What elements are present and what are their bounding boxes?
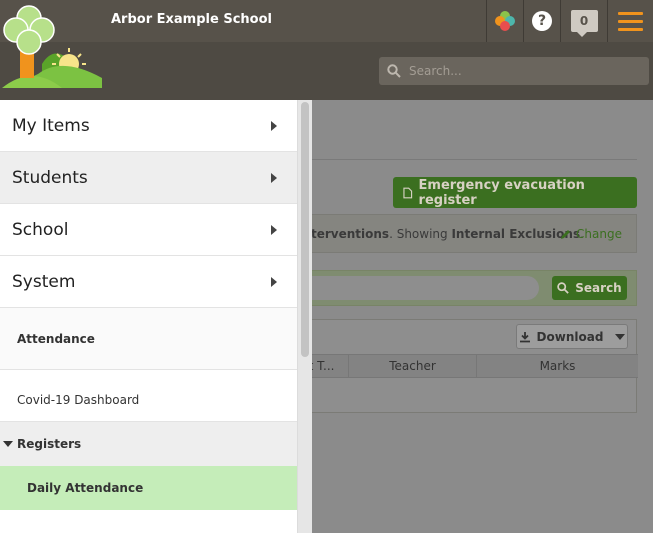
submenu-item-covid-dashboard[interactable]: Covid-19 Dashboard (0, 370, 297, 422)
scrollbar-thumb[interactable] (301, 102, 309, 357)
chevron-right-icon (271, 276, 277, 287)
table-header: nt T... Teacher Marks (301, 354, 638, 378)
filter-fragment: terventions (311, 226, 390, 241)
chevron-down-icon (615, 333, 626, 340)
column-header-marks[interactable]: Marks (477, 355, 638, 377)
hamburger-menu-button[interactable] (607, 0, 653, 42)
menu-item-students[interactable]: Students (0, 152, 297, 204)
search-input[interactable] (409, 64, 629, 78)
showing-prefix: . Showing (389, 226, 452, 241)
arbor-logo[interactable] (2, 4, 106, 92)
search-icon (557, 282, 570, 294)
change-link[interactable]: Change (559, 227, 622, 241)
submenu-group-registers[interactable]: Registers (0, 422, 297, 466)
apps-button[interactable] (486, 0, 523, 42)
help-button[interactable]: ? (523, 0, 560, 42)
notifications-button[interactable]: 0 (560, 0, 607, 42)
student-search-bar: Search (299, 270, 637, 306)
notification-count: 0 (570, 10, 598, 37)
global-search[interactable] (379, 57, 649, 85)
menu-list: My Items Students School System Attendan… (0, 100, 297, 510)
menu-item-system[interactable]: System (0, 256, 297, 308)
school-name[interactable]: Arbor Example School (111, 12, 272, 27)
menu-item-label: School (12, 219, 69, 240)
student-search-field[interactable] (299, 276, 539, 300)
clover-icon (495, 11, 515, 31)
group-label: Registers (17, 437, 82, 451)
navigation-menu: My Items Students School System Attendan… (0, 100, 312, 533)
menu-item-my-items[interactable]: My Items (0, 100, 297, 152)
download-icon (519, 331, 530, 342)
pencil-icon (561, 229, 571, 239)
search-icon (387, 64, 401, 78)
chevron-right-icon (271, 120, 277, 131)
filter-info: terventions . Showing Internal Exclusion… (300, 214, 637, 253)
download-label: Download (536, 329, 604, 344)
menu-item-label: Students (12, 167, 88, 188)
chevron-right-icon (271, 172, 277, 183)
menu-scrollbar[interactable] (297, 100, 312, 533)
menu-item-label: System (12, 271, 76, 292)
download-button[interactable]: Download (516, 324, 628, 349)
menu-item-school[interactable]: School (0, 204, 297, 256)
section-attendance[interactable]: Attendance (0, 308, 297, 370)
search-button[interactable]: Search (552, 276, 627, 300)
hamburger-icon (618, 11, 643, 31)
submenu-item-daily-attendance[interactable]: Daily Attendance (0, 466, 297, 510)
register-table: Download nt T... Teacher Marks (300, 319, 638, 413)
change-label: Change (576, 227, 622, 241)
question-icon: ? (532, 11, 552, 31)
caret-down-icon (3, 441, 13, 447)
header-actions: ? 0 (486, 0, 653, 42)
search-button-label: Search (575, 281, 622, 295)
emergency-evacuation-button[interactable]: Emergency evacuation register (393, 177, 637, 208)
chevron-right-icon (271, 224, 277, 235)
menu-item-label: My Items (12, 115, 90, 136)
emergency-evacuation-label: Emergency evacuation register (418, 177, 585, 208)
column-header-teacher[interactable]: Teacher (349, 355, 477, 377)
document-icon (403, 187, 413, 198)
divider (300, 159, 637, 160)
